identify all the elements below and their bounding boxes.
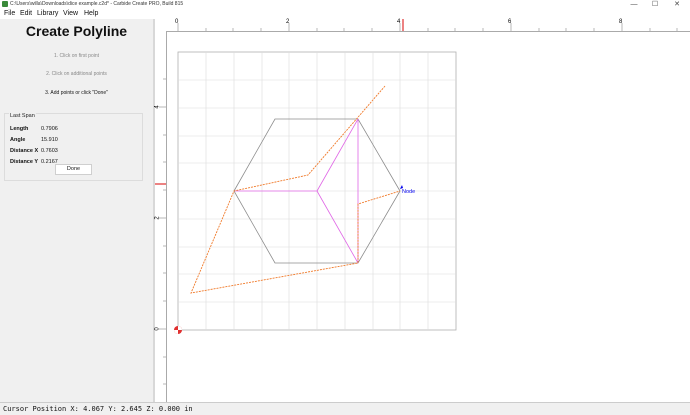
- menu-edit[interactable]: Edit: [20, 9, 32, 19]
- menu-view[interactable]: View: [63, 9, 78, 19]
- distance-y-label: Distance Y: [10, 159, 39, 165]
- node-label: Node: [402, 189, 416, 195]
- app-icon: [2, 1, 8, 7]
- menu-library[interactable]: Library: [37, 9, 58, 19]
- hruler-label-2: 2: [286, 19, 290, 25]
- vruler-label-4: 4: [154, 105, 161, 109]
- ruler-corner: [155, 19, 166, 31]
- menu-file[interactable]: File: [4, 9, 15, 19]
- distance-x-value: 0.7603: [41, 148, 58, 154]
- menu-bar: File Edit Library View Help: [0, 9, 690, 19]
- vruler-label-2: 2: [154, 216, 161, 220]
- angle-label: Angle: [10, 137, 26, 143]
- hruler-label-0: 0: [175, 19, 179, 25]
- done-button[interactable]: Done: [55, 164, 92, 175]
- last-span-label: Last Span: [9, 113, 36, 119]
- hruler-label-6: 6: [508, 19, 512, 25]
- vertical-ruler: 4 2 0: [155, 31, 167, 402]
- step-3-instruction: 3. Add points or click "Done": [45, 90, 108, 96]
- length-value: 0.7906: [41, 126, 58, 132]
- panel-title: Create Polyline: [25, 23, 128, 39]
- minimize-button[interactable]: —: [626, 0, 642, 9]
- status-bar: Cursor Position X: 4.067 Y: 2.645 Z: 0.0…: [0, 402, 690, 415]
- angle-value: 15.910: [41, 137, 58, 143]
- distance-x-label: Distance X: [10, 148, 39, 154]
- step-1-instruction: 1. Click on first point: [53, 53, 100, 59]
- origin-marker: [174, 326, 182, 334]
- close-button[interactable]: ✕: [669, 0, 685, 9]
- cursor-position-readout: Cursor Position X: 4.067 Y: 2.645 Z: 0.0…: [3, 405, 193, 413]
- vruler-label-0: 0: [154, 327, 161, 331]
- hruler-label-4: 4: [397, 19, 401, 25]
- title-bar: C:\Users\willa\Downloads\dice example.c2…: [0, 0, 690, 9]
- drawing-canvas[interactable]: Node: [167, 32, 690, 402]
- window-title: C:\Users\willa\Downloads\dice example.c2…: [10, 1, 184, 7]
- hruler-label-8: 8: [619, 19, 623, 25]
- length-label: Length: [10, 126, 29, 132]
- tool-panel: Create Polyline 1. Click on first point …: [0, 19, 153, 402]
- menu-help[interactable]: Help: [84, 9, 98, 19]
- maximize-button[interactable]: ☐: [647, 0, 663, 9]
- horizontal-ruler: 0 2 4 6 8: [166, 19, 690, 32]
- step-2-instruction: 2. Click on additional points: [46, 71, 107, 77]
